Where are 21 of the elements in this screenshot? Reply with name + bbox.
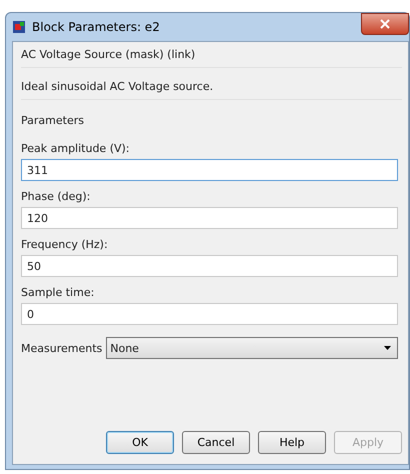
dialog-button[interactable]: OK (106, 431, 174, 454)
parameter-field[interactable]: 50 (21, 255, 398, 277)
dialog-button[interactable]: Help (258, 431, 326, 454)
parameter-field[interactable]: 311 (21, 159, 398, 181)
section-heading: Parameters (21, 114, 84, 127)
dialog-button[interactable]: Cancel (182, 431, 250, 454)
parameter-label: Peak amplitude (V): (21, 142, 130, 155)
parameter-field[interactable]: 120 (21, 207, 398, 229)
description-text: Ideal sinusoidal AC Voltage source. (21, 80, 214, 93)
block-type-text: AC Voltage Source (mask) (link) (21, 48, 196, 61)
window-title: Block Parameters: e2 (32, 20, 161, 34)
measurements-label: Measurements (21, 342, 102, 354)
close-icon (380, 19, 390, 29)
parameter-field[interactable]: 0 (21, 303, 398, 325)
caret-icon (384, 346, 391, 350)
parameter-label: Sample time: (21, 286, 94, 299)
parameter-label: Frequency (Hz): (21, 238, 108, 251)
close-button[interactable] (361, 13, 409, 35)
block-icon (12, 20, 26, 34)
parameter-label: Phase (deg): (21, 190, 90, 203)
measurements-dropdown[interactable]: None (106, 337, 398, 359)
